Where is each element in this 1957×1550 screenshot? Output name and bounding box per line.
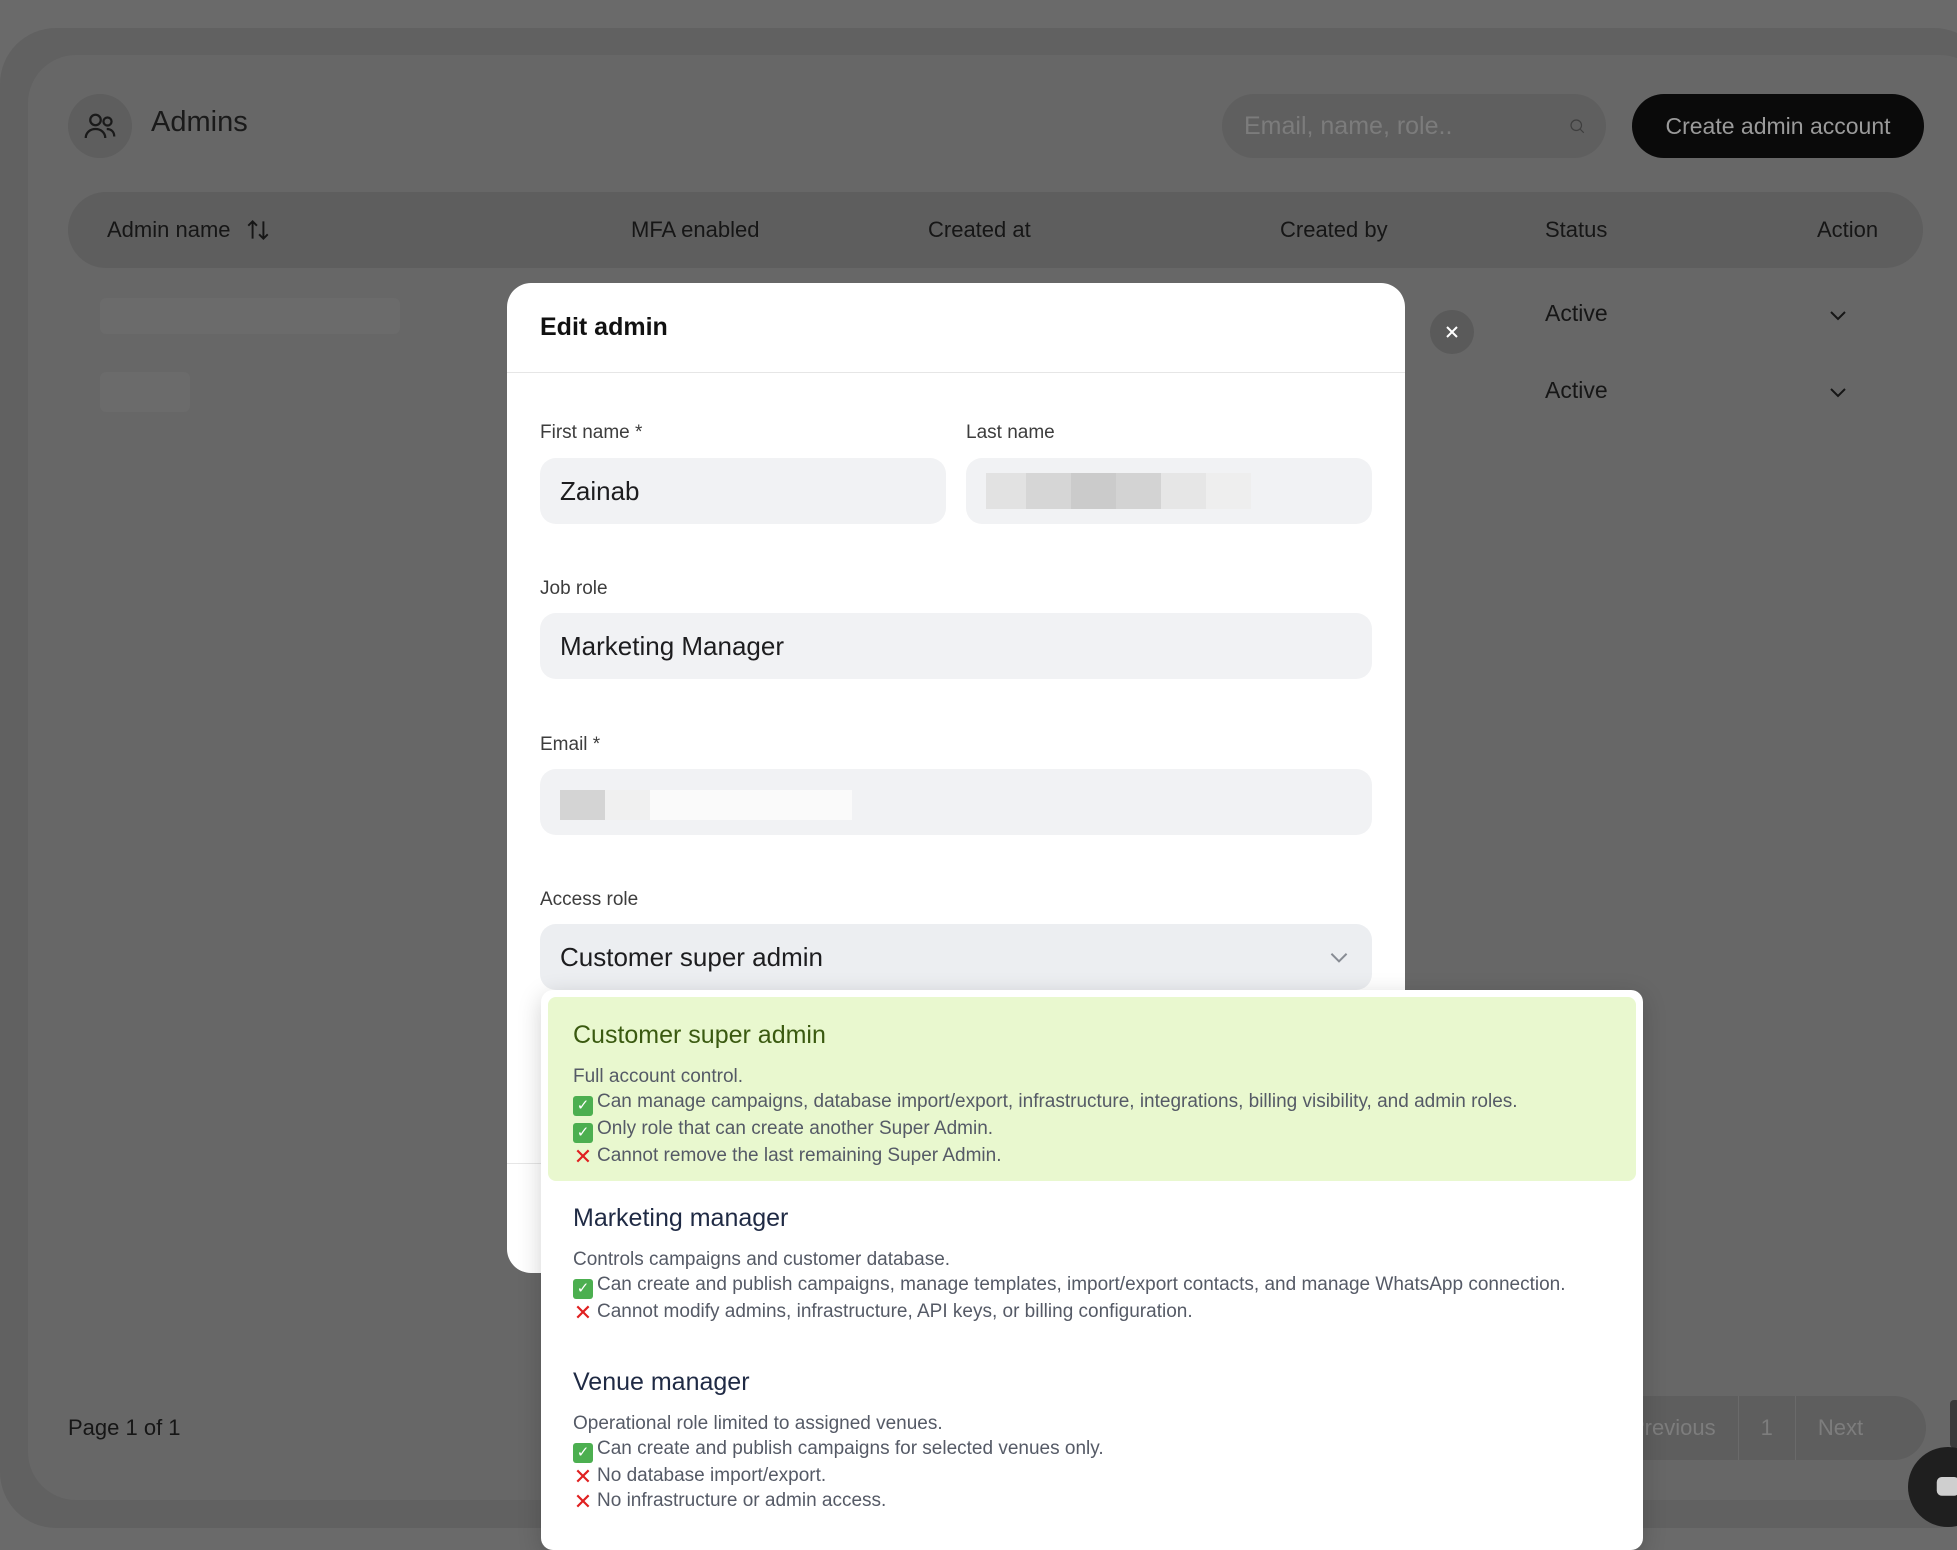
redacted-pixel [1116, 473, 1161, 509]
option-marketing-manager[interactable]: Marketing manager Controls campaigns and… [548, 1186, 1636, 1346]
page-title: Admins [151, 106, 248, 138]
first-name-label: First name * [540, 422, 643, 443]
redacted-pixel [986, 473, 1026, 509]
check-mark-icon: ✓ [573, 1123, 593, 1143]
cross-mark-icon: ✕ [573, 1300, 593, 1325]
access-role-value: Customer super admin [560, 941, 823, 972]
column-created-at: Created at [928, 217, 1031, 242]
pagination: Previous 1 Next [1608, 1396, 1926, 1460]
redacted-pixel [650, 790, 852, 820]
scrollbar[interactable] [1950, 1400, 1957, 1448]
cross-mark-icon: ✕ [573, 1464, 593, 1489]
modal-header: Edit admin [507, 283, 1405, 373]
column-admin-name[interactable]: Admin name [107, 217, 271, 243]
redacted-pixel [605, 790, 650, 820]
close-icon[interactable] [1430, 310, 1474, 354]
redacted-admin-name [100, 298, 400, 334]
access-role-dropdown: Customer super admin Full account contro… [541, 990, 1643, 1550]
option-restriction: ✕ No database import/export. [573, 1464, 827, 1489]
create-admin-button[interactable]: Create admin account [1632, 94, 1924, 158]
check-mark-icon: ✓ [573, 1279, 593, 1299]
check-mark-icon: ✓ [573, 1096, 593, 1116]
first-name-field[interactable]: Zainab [540, 458, 946, 524]
option-permission: ✓ Can manage campaigns, database import/e… [573, 1089, 1611, 1116]
table-header: Admin name MFA enabled Created at Create… [68, 192, 1923, 268]
job-role-label: Job role [540, 578, 608, 599]
option-restriction: ✕ No infrastructure or admin access. [573, 1489, 887, 1514]
option-permission: ✓ Only role that can create another Super… [573, 1116, 1611, 1143]
redacted-pixel [1026, 473, 1071, 509]
option-title: Marketing manager [573, 1204, 789, 1232]
users-icon [68, 94, 132, 158]
option-permission: ✓ Can create and publish campaigns for se… [573, 1436, 1611, 1463]
access-role-label: Access role [540, 889, 639, 910]
column-mfa-enabled: MFA enabled [631, 217, 760, 242]
chevron-down-icon[interactable] [1326, 944, 1352, 970]
option-title: Customer super admin [573, 1021, 826, 1049]
last-name-field[interactable] [966, 458, 1372, 524]
search-bar[interactable] [1222, 94, 1606, 158]
option-description: Full account control. [573, 1066, 744, 1087]
email-field[interactable] [540, 769, 1372, 835]
redacted-admin-name [100, 372, 190, 412]
redacted-pixel [1206, 473, 1251, 509]
job-role-value: Marketing Manager [560, 630, 784, 661]
column-created-by: Created by [1280, 217, 1388, 242]
option-permission: ✓ Can create and publish campaigns, manag… [573, 1272, 1611, 1299]
option-description: Operational role limited to assigned ven… [573, 1413, 943, 1434]
search-input[interactable] [1242, 110, 1568, 142]
chevron-down-icon[interactable] [1826, 303, 1850, 327]
redacted-pixel [560, 790, 605, 820]
page-info: Page 1 of 1 [68, 1415, 181, 1440]
redacted-pixel [1071, 473, 1116, 509]
status-badge: Active [1545, 377, 1608, 403]
column-status: Status [1545, 217, 1608, 242]
chevron-down-icon[interactable] [1826, 380, 1850, 404]
option-restriction: ✕ Cannot modify admins, infrastructure, A… [573, 1300, 1193, 1325]
next-button[interactable]: Next [1796, 1415, 1885, 1441]
option-customer-super-admin[interactable]: Customer super admin Full account contro… [548, 997, 1636, 1181]
option-description: Controls campaigns and customer database… [573, 1249, 951, 1270]
job-role-field[interactable]: Marketing Manager [540, 613, 1372, 679]
email-label: Email * [540, 734, 601, 755]
first-name-value: Zainab [560, 475, 640, 506]
search-icon[interactable] [1568, 111, 1586, 141]
cross-mark-icon: ✕ [573, 1144, 593, 1169]
column-action: Action [1817, 217, 1879, 242]
access-role-select[interactable]: Customer super admin [540, 924, 1372, 990]
check-mark-icon: ✓ [573, 1443, 593, 1463]
page-number-button[interactable]: 1 [1739, 1415, 1795, 1441]
redacted-pixel [1161, 473, 1206, 509]
cross-mark-icon: ✕ [573, 1489, 593, 1514]
option-restriction: ✕ Cannot remove the last remaining Super … [573, 1144, 1002, 1169]
last-name-label: Last name [966, 422, 1055, 443]
modal-title: Edit admin [540, 313, 668, 341]
status-badge: Active [1545, 300, 1608, 326]
sort-icon[interactable] [245, 217, 271, 243]
option-venue-manager[interactable]: Venue manager Operational role limited t… [548, 1350, 1636, 1540]
option-title: Venue manager [573, 1368, 750, 1396]
